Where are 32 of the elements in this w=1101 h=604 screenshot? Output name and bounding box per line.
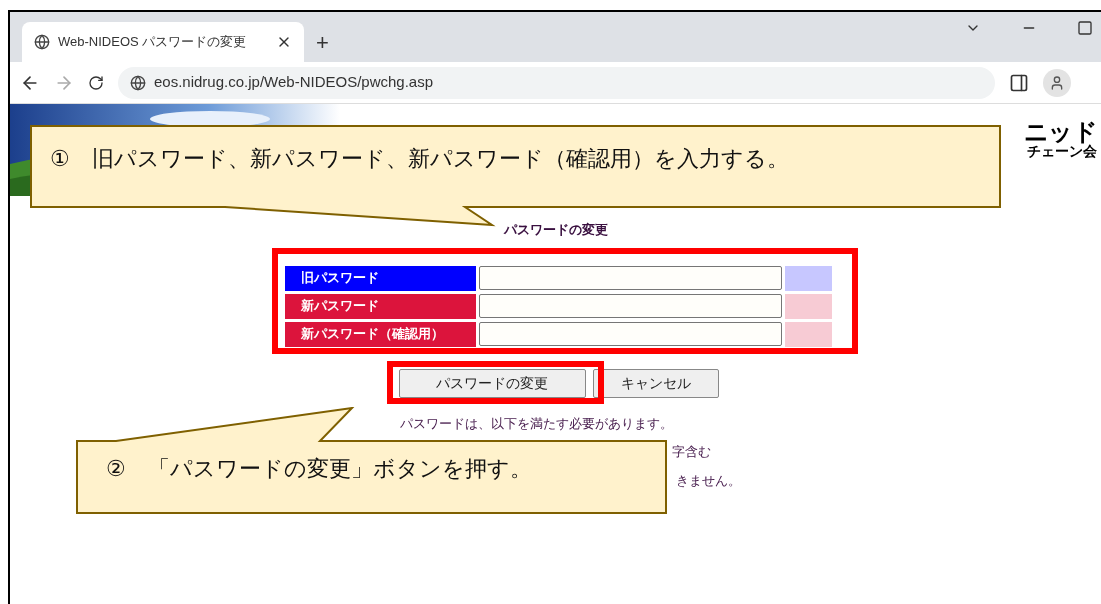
tab-title: Web-NIDEOS パスワードの変更 [58,33,248,52]
logo-text: ニッド [1023,120,1097,144]
page-title: パスワードの変更 [503,221,608,239]
reload-icon[interactable] [88,74,104,91]
change-password-button[interactable]: パスワードの変更 [398,368,586,398]
password-field[interactable] [478,265,782,290]
note-text: 字含む [672,443,712,461]
globe-icon [34,34,50,50]
profile-icon[interactable] [1043,68,1071,97]
step-number: ① [50,145,70,173]
globe-icon [130,74,146,91]
field-side-cell [784,321,832,347]
field-label: 新パスワード [284,293,476,319]
password-field[interactable] [478,321,782,346]
field-label: 新パスワード（確認用） [284,321,476,347]
new-tab-button[interactable]: + [304,22,341,62]
side-panel-icon[interactable] [1009,72,1029,93]
field-side-cell [784,265,832,291]
field-side-cell [784,293,832,319]
logo-subtitle: チェーン会 [1027,144,1097,158]
maximize-icon[interactable] [1077,20,1093,36]
address-bar[interactable]: eos.nidrug.co.jp/Web-NIDEOS/pwchg.asp [118,66,995,99]
browser-tab[interactable]: Web-NIDEOS パスワードの変更 [22,22,304,62]
callout-text: 「パスワードの変更」ボタンを押す。 [148,455,532,483]
field-label: 旧パスワード [284,265,476,291]
password-field[interactable] [478,293,782,318]
step-number: ② [106,455,126,483]
cancel-button[interactable]: キャンセル [592,368,719,398]
url-text: eos.nidrug.co.jp/Web-NIDEOS/pwchg.asp [154,72,434,93]
note-text: パスワードは、以下を満たす必要があります。 [400,414,674,433]
note-text: きません。 [676,471,741,490]
callout-text: 旧パスワード、新パスワード、新パスワード（確認用）を入力する。 [92,145,789,173]
